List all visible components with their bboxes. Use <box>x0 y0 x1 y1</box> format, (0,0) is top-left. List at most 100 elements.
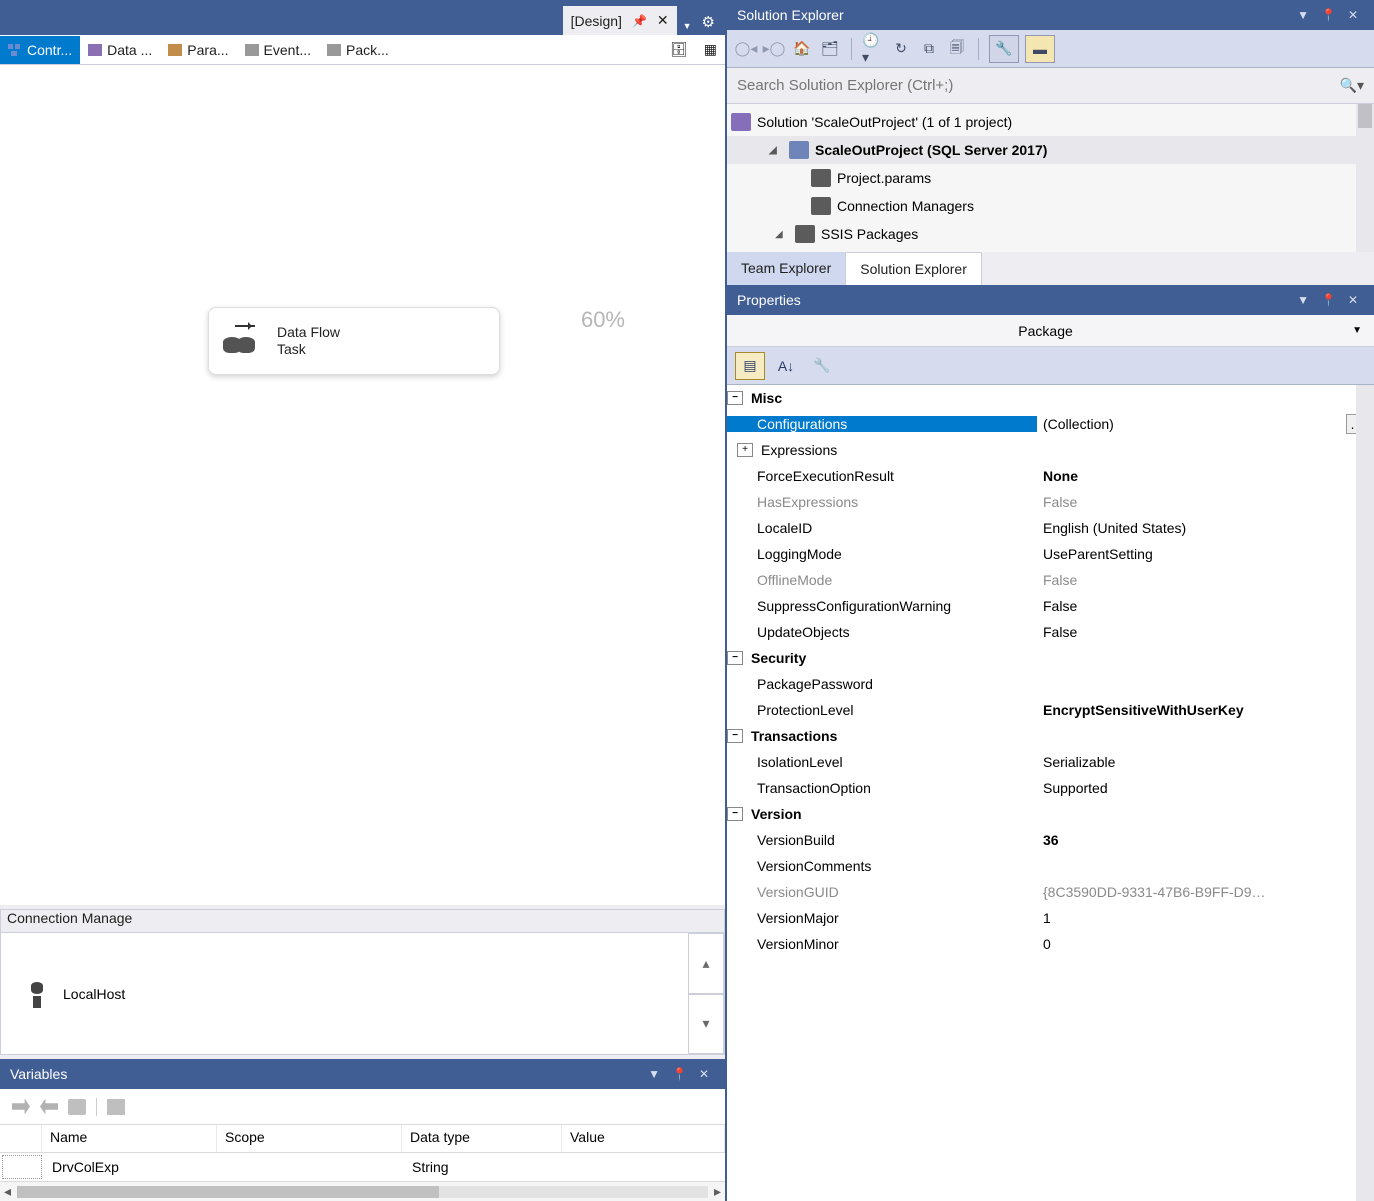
connection-managers-node[interactable]: Connection Managers <box>727 192 1374 220</box>
connection-managers-header: Connection Manage <box>0 909 725 933</box>
data-flow-task-icon <box>223 327 263 355</box>
sync-icon[interactable]: 🗂 <box>819 38 841 60</box>
variables-dropdown-icon[interactable]: ▼ <box>642 1067 666 1081</box>
project-node[interactable]: ◢ ScaleOutProject (SQL Server 2017) <box>727 136 1374 164</box>
prop-hasexpressions[interactable]: HasExpressionsFalse <box>727 489 1374 515</box>
tab-package-explorer[interactable]: Pack... <box>319 36 397 64</box>
variables-toolbar <box>0 1089 725 1125</box>
back-icon[interactable]: ◯◂ <box>735 38 757 60</box>
connection-icon <box>25 980 49 1008</box>
collapse-icon[interactable]: − <box>727 651 743 665</box>
solution-scrollbar[interactable] <box>1356 104 1374 252</box>
data-flow-task-label-2: Task <box>277 341 340 358</box>
variables-pin-icon[interactable]: 📍 <box>666 1067 693 1081</box>
prop-versionmajor[interactable]: VersionMajor1 <box>727 905 1374 931</box>
package-explorer-icon <box>327 44 341 56</box>
collapse-all-icon[interactable]: ⧉ <box>918 38 940 60</box>
tab-solution-explorer[interactable]: Solution Explorer <box>845 252 982 285</box>
solution-icon <box>731 113 751 131</box>
solution-pin-icon[interactable]: 📍 <box>1315 8 1342 22</box>
prop-versionbuild[interactable]: VersionBuild36 <box>727 827 1374 853</box>
prop-isolationlevel[interactable]: IsolationLevelSerializable <box>727 749 1374 775</box>
variable-datatype[interactable]: String <box>404 1157 564 1177</box>
properties-close-icon[interactable]: ✕ <box>1342 293 1364 307</box>
tab-dropdown-icon[interactable]: ▼ <box>677 17 698 35</box>
tab-parameters[interactable]: Para... <box>160 36 236 64</box>
collapse-icon[interactable]: − <box>727 391 743 405</box>
connection-down-button[interactable]: ▾ <box>688 994 724 1055</box>
solution-node[interactable]: Solution 'ScaleOutProject' (1 of 1 proje… <box>727 108 1374 136</box>
move-variable-icon[interactable] <box>40 1099 58 1115</box>
prop-configurations[interactable]: Configurations (Collection)… <box>727 411 1374 437</box>
collapse-icon[interactable]: − <box>727 807 743 821</box>
properties-dropdown-icon[interactable]: ▼ <box>1291 293 1315 307</box>
prop-expressions[interactable]: +Expressions <box>727 437 1374 463</box>
delete-variable-icon[interactable] <box>68 1099 86 1115</box>
gear-icon[interactable]: ⚙ <box>698 9 719 35</box>
category-security: −Security <box>727 645 1374 671</box>
history-icon[interactable]: 🕘▾ <box>862 38 884 60</box>
expand-icon[interactable]: + <box>737 443 753 457</box>
variables-scrollbar[interactable]: ◂▸ <box>0 1181 725 1201</box>
refresh-icon[interactable]: ↻ <box>890 38 912 60</box>
designer-db-icon[interactable]: 🗄 <box>662 36 696 64</box>
design-tab[interactable]: [Design] 📌 ✕ <box>563 6 677 35</box>
variable-value[interactable] <box>564 1165 725 1169</box>
prop-versionguid[interactable]: VersionGUID{8C3590DD-9331-47B6-B9FF-D9… <box>727 879 1374 905</box>
prop-forceexecutionresult[interactable]: ForceExecutionResultNone <box>727 463 1374 489</box>
expand-icon[interactable]: ◢ <box>775 229 789 240</box>
collapse-icon[interactable]: − <box>727 729 743 743</box>
properties-object-selector[interactable]: Package ▼ <box>727 315 1374 347</box>
pin-icon[interactable]: 📌 <box>632 14 647 28</box>
solution-close-icon[interactable]: ✕ <box>1342 8 1364 22</box>
prop-packagepassword[interactable]: PackagePassword <box>727 671 1374 697</box>
solution-search-input[interactable] <box>737 68 1340 103</box>
properties-pin-icon[interactable]: 📍 <box>1315 293 1342 307</box>
preview-icon[interactable]: ▬ <box>1025 35 1055 63</box>
design-canvas[interactable]: Data Flow Task 60% <box>0 65 725 909</box>
packages-node[interactable]: ◢ SSIS Packages <box>727 220 1374 248</box>
home-icon[interactable]: 🏠 <box>791 38 813 60</box>
prop-updateobjects[interactable]: UpdateObjectsFalse <box>727 619 1374 645</box>
show-all-icon[interactable]: 🗐 <box>946 38 968 60</box>
prop-protectionlevel[interactable]: ProtectionLevelEncryptSensitiveWithUserK… <box>727 697 1374 723</box>
tab-event-handlers[interactable]: Event... <box>237 36 319 64</box>
prop-localeid[interactable]: LocaleIDEnglish (United States) <box>727 515 1374 541</box>
connection-up-button[interactable]: ▴ <box>688 933 724 994</box>
add-variable-icon[interactable] <box>12 1099 30 1115</box>
tab-control-flow[interactable]: Contr... <box>0 36 80 64</box>
solution-dropdown-icon[interactable]: ▼ <box>1291 8 1315 22</box>
expand-icon[interactable]: ◢ <box>769 145 783 156</box>
properties-icon[interactable]: 🔧 <box>989 35 1019 63</box>
grid-options-icon[interactable] <box>107 1099 125 1115</box>
tab-data-flow[interactable]: Data ... <box>80 36 160 64</box>
alphabetical-icon[interactable]: A↓ <box>771 352 801 380</box>
prop-suppressconfigurationwarning[interactable]: SuppressConfigurationWarningFalse <box>727 593 1374 619</box>
variable-name[interactable]: DrvColExp <box>44 1157 219 1177</box>
prop-offlinemode[interactable]: OfflineModeFalse <box>727 567 1374 593</box>
designer-expand-icon[interactable]: ▦ <box>696 36 725 64</box>
properties-scrollbar[interactable] <box>1356 385 1374 1201</box>
variable-row[interactable]: DrvColExp String <box>0 1153 725 1181</box>
data-flow-task[interactable]: Data Flow Task <box>208 307 500 375</box>
variables-col-datatype[interactable]: Data type <box>402 1125 562 1152</box>
categorized-icon[interactable]: ▤ <box>735 352 765 380</box>
variable-scope[interactable] <box>219 1165 404 1169</box>
prop-versioncomments[interactable]: VersionComments <box>727 853 1374 879</box>
close-icon[interactable]: ✕ <box>657 12 669 29</box>
prop-versionminor[interactable]: VersionMinor0 <box>727 931 1374 957</box>
connection-item-localhost[interactable]: LocalHost <box>1 933 149 1054</box>
prop-transactionoption[interactable]: TransactionOptionSupported <box>727 775 1374 801</box>
params-node[interactable]: Project.params <box>727 164 1374 192</box>
variables-col-scope[interactable]: Scope <box>217 1125 402 1152</box>
prop-loggingmode[interactable]: LoggingModeUseParentSetting <box>727 541 1374 567</box>
variables-col-name[interactable]: Name <box>42 1125 217 1152</box>
tab-team-explorer[interactable]: Team Explorer <box>727 252 845 285</box>
variables-pane: Variables ▼ 📍 ✕ Name Scope Data type Val… <box>0 1055 725 1201</box>
variables-col-value[interactable]: Value <box>562 1125 725 1152</box>
solution-search[interactable]: 🔍▾ <box>727 68 1374 104</box>
search-icon[interactable]: 🔍▾ <box>1340 77 1364 94</box>
property-pages-icon[interactable]: 🔧 <box>807 352 837 380</box>
variables-close-icon[interactable]: ✕ <box>693 1067 715 1081</box>
forward-icon[interactable]: ▸◯ <box>763 38 785 60</box>
